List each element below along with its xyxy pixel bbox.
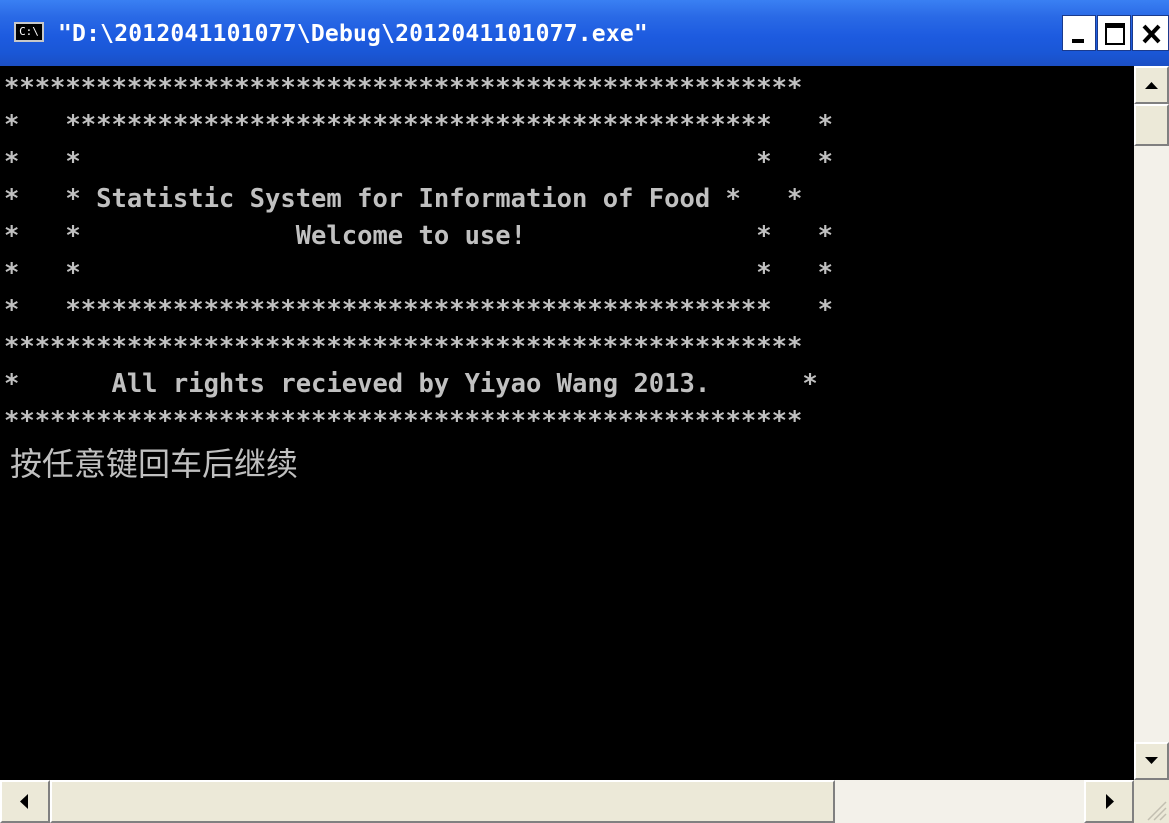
console-line: * **************************************… — [4, 295, 834, 325]
maximize-button[interactable] — [1097, 15, 1131, 51]
arrow-left-icon — [20, 794, 28, 809]
minimize-icon — [1072, 39, 1084, 43]
console-app-icon[interactable]: C:\ — [14, 22, 44, 42]
console-line: * * * * — [4, 147, 834, 177]
vertical-scrollbar[interactable] — [1134, 66, 1169, 780]
console-line: * * * * — [4, 258, 834, 288]
resize-grip-icon — [1147, 801, 1167, 821]
horizontal-scrollbar[interactable] — [0, 780, 1134, 823]
close-button[interactable] — [1132, 15, 1169, 51]
scroll-left-button[interactable] — [0, 780, 50, 823]
maximize-icon — [1105, 23, 1125, 45]
title-bar[interactable]: C:\ "D:\2012041101077\Debug\201204110107… — [0, 0, 1169, 66]
scroll-right-button[interactable] — [1084, 780, 1134, 823]
vertical-scroll-thumb[interactable] — [1134, 104, 1169, 146]
scroll-down-button[interactable] — [1134, 742, 1169, 780]
console-line: * * Welcome to use! * * — [4, 221, 834, 251]
console-line: * **************************************… — [4, 110, 834, 140]
arrow-right-icon — [1106, 794, 1114, 809]
console-output[interactable]: ****************************************… — [0, 66, 1134, 780]
console-line: ****************************************… — [4, 73, 803, 103]
console-line: * All rights recieved by Yiyao Wang 2013… — [4, 369, 818, 399]
console-line: ****************************************… — [4, 406, 803, 436]
window-title: "D:\2012041101077\Debug\2012041101077.ex… — [58, 21, 648, 47]
horizontal-scroll-thumb[interactable] — [50, 780, 835, 823]
console-line: * * Statistic System for Information of … — [4, 184, 803, 214]
arrow-up-icon — [1145, 82, 1158, 89]
console-line: ****************************************… — [4, 332, 803, 362]
minimize-button[interactable] — [1062, 15, 1096, 51]
scroll-up-button[interactable] — [1134, 66, 1169, 104]
close-icon — [1142, 24, 1161, 44]
console-prompt: 按任意键回车后继续 — [10, 445, 299, 483]
resize-grip[interactable] — [1134, 780, 1169, 823]
arrow-down-icon — [1145, 757, 1158, 764]
